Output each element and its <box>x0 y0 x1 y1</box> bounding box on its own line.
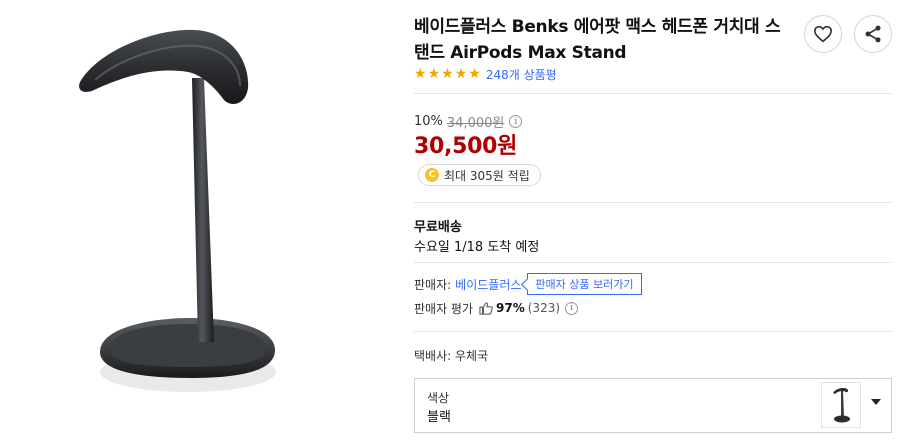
discount-rate: 10% <box>414 114 443 129</box>
reward-badge: C 최대 305원 적립 <box>418 164 541 186</box>
seller-row: 판매자: 베이드플러스 판매자 상품 보러가기 <box>414 273 642 295</box>
sale-price: 30,500원 <box>414 134 518 159</box>
courier-info: 택배사: 우체국 <box>414 349 489 363</box>
wishlist-button[interactable] <box>804 15 842 53</box>
seller-rating-count: (323) <box>527 301 561 315</box>
star-icon: ★ <box>468 66 481 82</box>
seller-rating-row: 판매자 평가 97% (323) i <box>414 300 579 316</box>
seller-rating-label: 판매자 평가 <box>414 301 474 316</box>
shipping-arrival: 수요일 1/18 도착 예정 <box>414 240 540 255</box>
coin-icon: C <box>425 168 439 182</box>
seller-rating-percent: 97% <box>496 301 525 315</box>
divider <box>414 262 892 263</box>
product-image <box>0 0 400 445</box>
share-button[interactable] <box>854 15 892 53</box>
seller-label: 판매자: <box>414 277 452 292</box>
product-info-panel: 베이드플러스 Benks 에어팟 맥스 헤드폰 거치대 스탠드 AirPods … <box>414 0 894 445</box>
product-rating: ★ ★ ★ ★ ★ 248개 상품평 <box>414 66 557 82</box>
info-icon[interactable]: i <box>565 301 579 315</box>
heart-icon <box>813 25 833 43</box>
share-icon <box>865 25 881 43</box>
option-thumbnail <box>821 382 861 428</box>
star-icon: ★ <box>414 66 427 82</box>
star-rating: ★ ★ ★ ★ ★ <box>414 67 482 81</box>
product-title: 베이드플러스 Benks 에어팟 맥스 헤드폰 거치대 스탠드 AirPods … <box>414 17 781 63</box>
thumbs-up-icon <box>479 301 493 315</box>
shipping-title: 무료배송 <box>414 220 462 235</box>
star-icon: ★ <box>441 66 454 82</box>
divider <box>414 93 892 94</box>
color-option-select[interactable]: 색상 블랙 <box>414 378 892 433</box>
star-icon: ★ <box>454 66 468 82</box>
reward-text: 최대 305원 적립 <box>444 168 530 183</box>
seller-name-link[interactable]: 베이드플러스 <box>455 276 521 293</box>
review-count-link[interactable]: 248개 상품평 <box>486 66 557 83</box>
view-seller-products-button[interactable]: 판매자 상품 보러가기 <box>527 273 642 295</box>
info-icon[interactable]: i <box>509 115 523 128</box>
option-label: 색상 <box>427 391 450 405</box>
chevron-down-icon <box>871 399 881 405</box>
divider <box>414 331 892 332</box>
option-value: 블랙 <box>427 410 451 425</box>
star-icon: ★ <box>427 66 441 82</box>
divider <box>414 202 892 203</box>
